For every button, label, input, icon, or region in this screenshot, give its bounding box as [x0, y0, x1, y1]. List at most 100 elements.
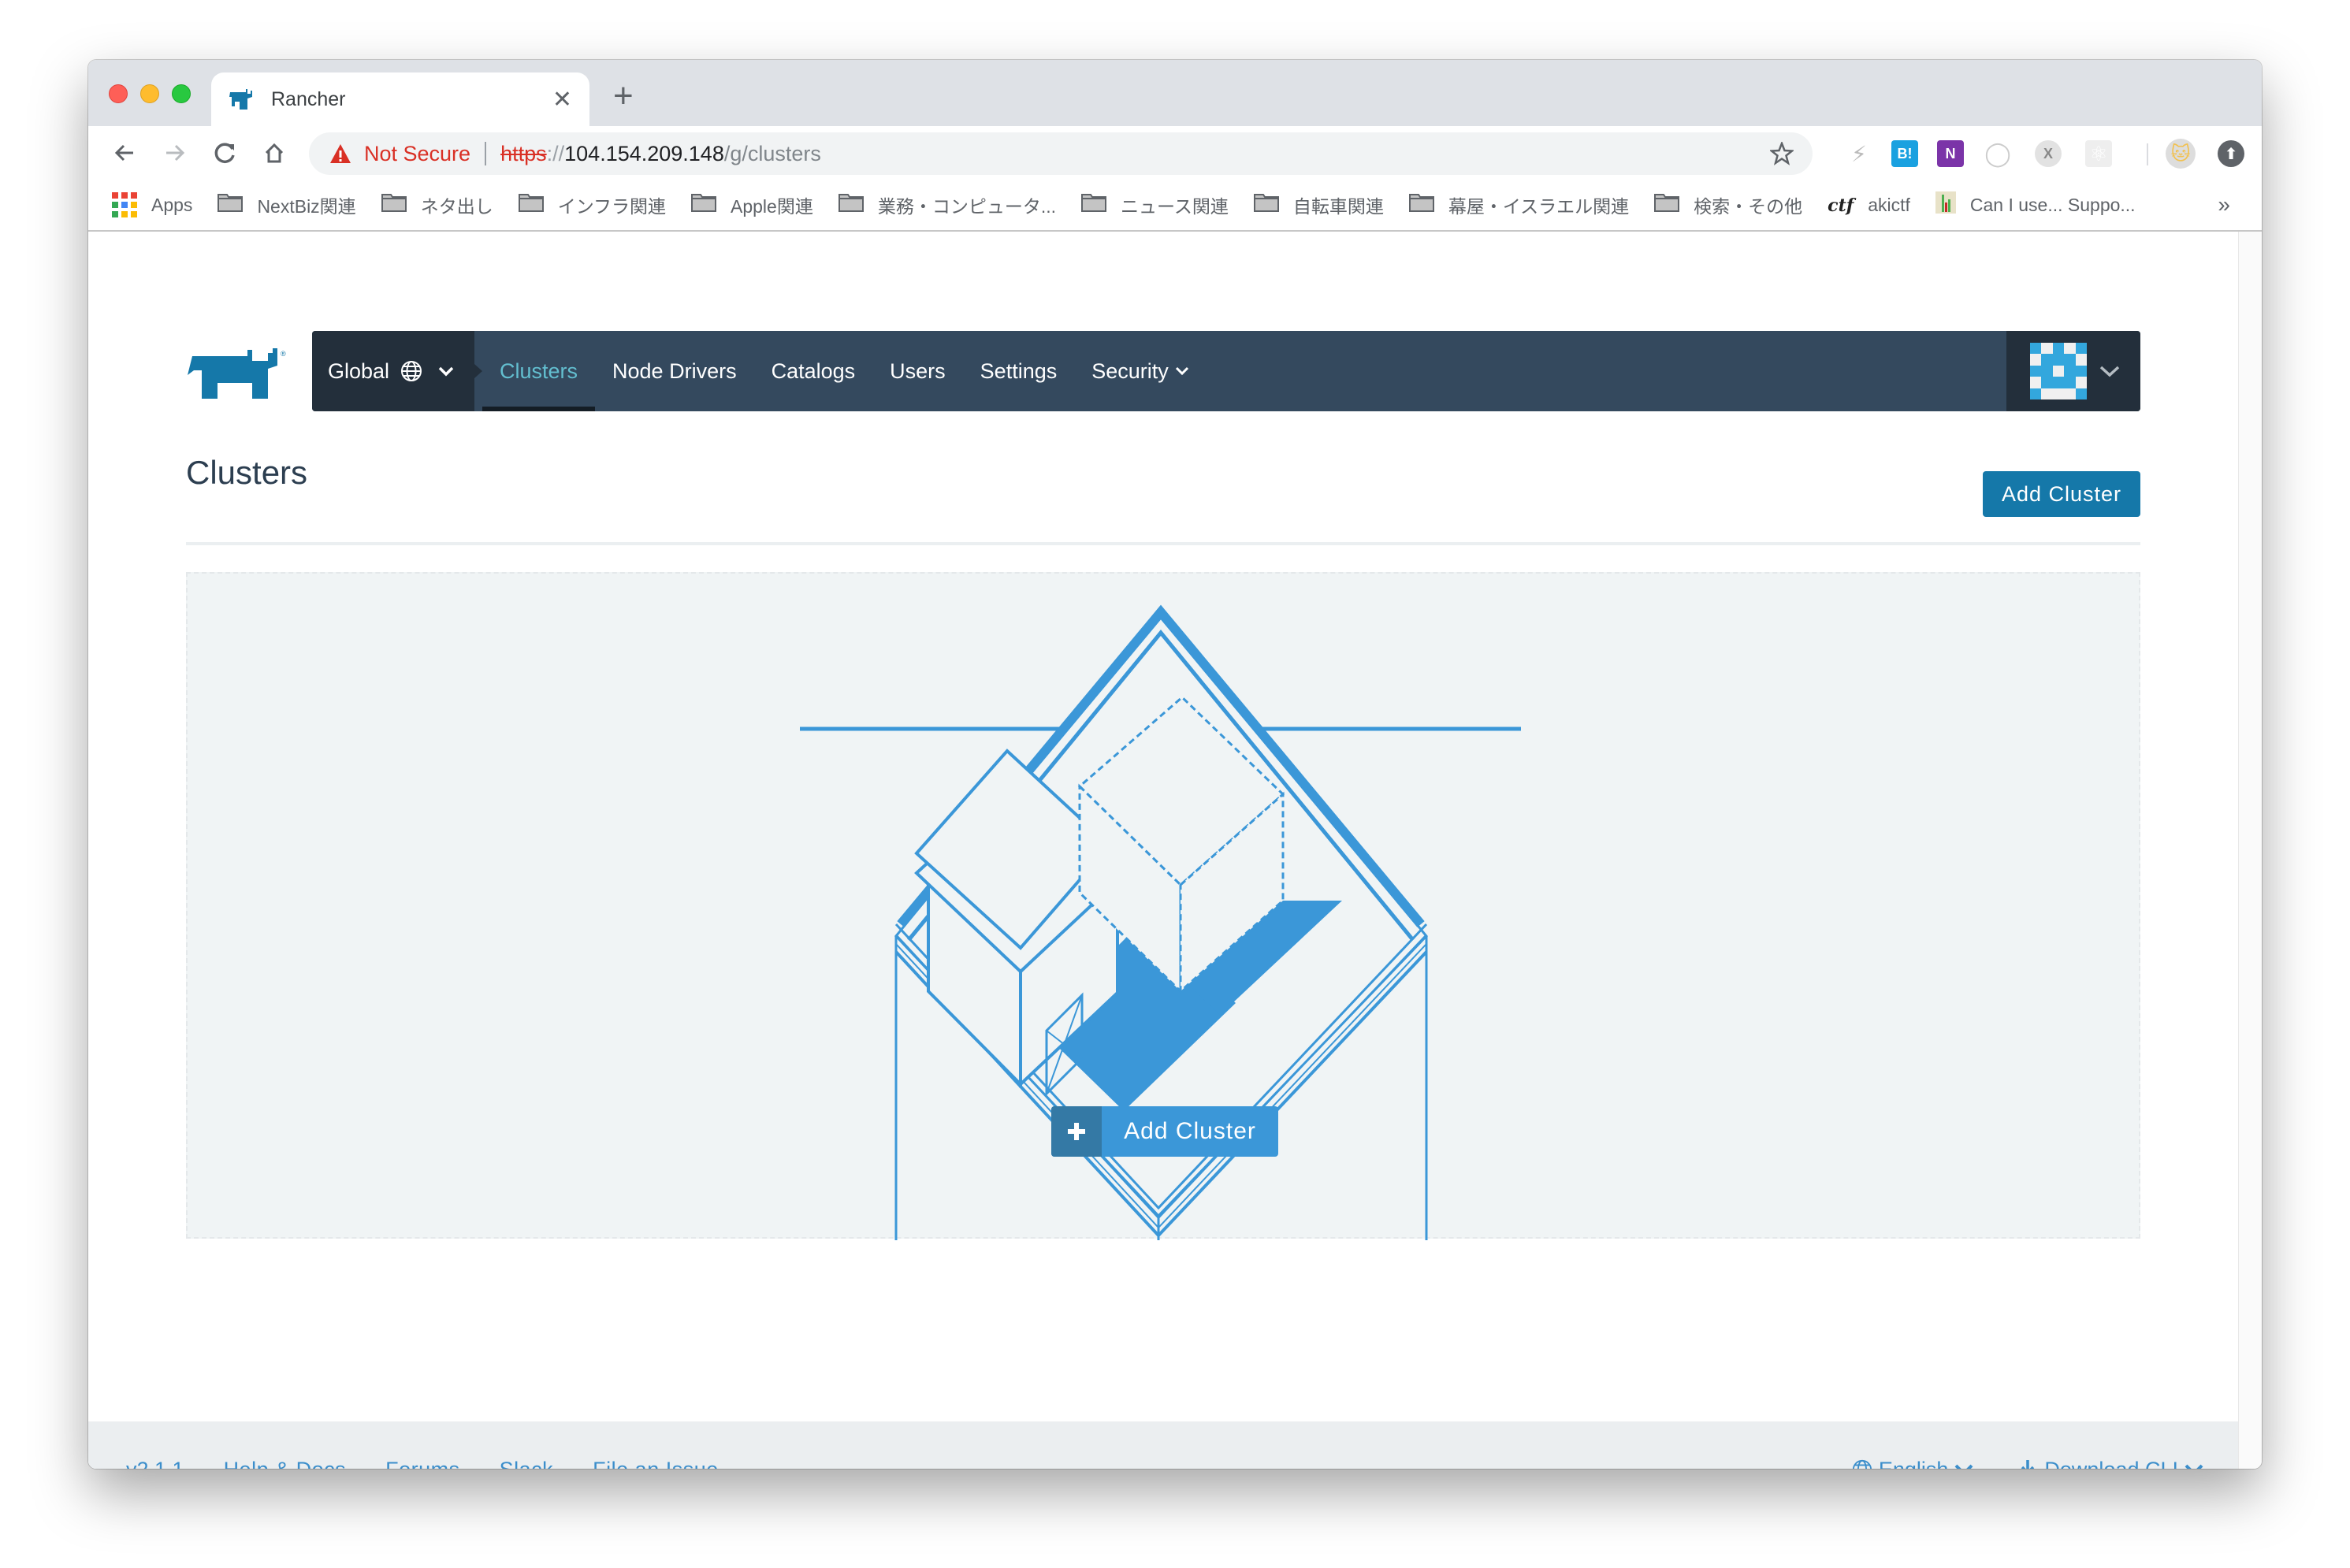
- language-selector[interactable]: English: [1846, 1458, 1980, 1470]
- identicon-cell: [2075, 365, 2087, 377]
- bookmark-label: Apple関連: [731, 196, 813, 217]
- user-avatar-identicon: [2030, 343, 2087, 399]
- bookmark-item[interactable]: Can I use... Suppo...: [1935, 191, 2136, 218]
- footer-left: v2.1.1 Help & Docs Forums Slack File an …: [126, 1421, 758, 1470]
- bookmark-label: Can I use... Suppo...: [1969, 194, 2136, 215]
- language-label: English: [1879, 1458, 1949, 1470]
- page-scrollbar[interactable]: [2238, 232, 2262, 1469]
- chevron-down-icon: [1175, 366, 1188, 376]
- hatena-bookmark-icon[interactable]: B!: [1891, 140, 1918, 167]
- nav-item-settings[interactable]: Settings: [963, 331, 1075, 411]
- nav-item-label: Settings: [980, 359, 1058, 383]
- identicon-cell: [2052, 388, 2065, 399]
- new-tab-button[interactable]: +: [613, 79, 634, 113]
- url-scheme: https: [500, 141, 547, 165]
- nav-item-catalogs[interactable]: Catalogs: [754, 331, 873, 411]
- global-scope-selector[interactable]: Global: [312, 331, 482, 411]
- bookmark-star-icon[interactable]: [1770, 142, 1794, 165]
- x-extension-icon[interactable]: X: [2035, 140, 2062, 167]
- folder-icon: [1408, 193, 1434, 217]
- reload-icon[interactable]: [210, 137, 241, 169]
- rancher-favicon-icon: [229, 89, 252, 110]
- download-cli-selector[interactable]: Download CLI: [2011, 1458, 2210, 1469]
- svg-text:®: ®: [281, 350, 286, 358]
- bookmarks-overflow-button[interactable]: »: [2218, 192, 2230, 217]
- json-viewer-icon[interactable]: ◯: [1984, 140, 2011, 167]
- nav-item-users[interactable]: Users: [872, 331, 963, 411]
- close-icon[interactable]: ✕: [552, 86, 572, 113]
- bookmark-label: NextBiz関連: [257, 196, 356, 217]
- ctf-icon: ctf: [1828, 195, 1854, 216]
- update-icon[interactable]: ⬆: [2218, 140, 2244, 167]
- nav-item-label: Security: [1091, 359, 1169, 383]
- home-icon[interactable]: [258, 137, 290, 169]
- nav-item-security[interactable]: Security: [1074, 331, 1207, 411]
- warning-icon: [330, 144, 351, 163]
- identicon-cell: [2052, 343, 2065, 355]
- footer-right: English Download CLI: [1814, 1421, 2210, 1469]
- identicon-cell: [2052, 365, 2065, 377]
- bookmark-item[interactable]: 業務・コンピュータ...: [838, 191, 1056, 218]
- bookmark-item[interactable]: ニュース関連: [1081, 191, 1229, 218]
- browser-window: Rancher ✕ + Not Secure https://104.154.2…: [88, 60, 2262, 1469]
- footer-link-help-docs[interactable]: Help & Docs: [224, 1458, 347, 1470]
- chevron-down-icon: [438, 366, 454, 377]
- identicon-cell: [2041, 388, 2053, 399]
- address-bar[interactable]: Not Secure https://104.154.209.148/g/clu…: [309, 132, 1813, 175]
- empty-state-panel: Add Cluster: [186, 572, 2140, 1240]
- url-path: /g/clusters: [723, 141, 821, 165]
- toolbar-divider: [2147, 143, 2148, 165]
- back-arrow-icon[interactable]: [109, 137, 140, 169]
- bookmark-item[interactable]: インフラ関連: [518, 191, 666, 218]
- nav-item-label: Node Drivers: [612, 359, 737, 383]
- identicon-cell: [2030, 354, 2042, 366]
- identicon-cell: [2075, 343, 2087, 355]
- identicon-cell: [2052, 377, 2065, 388]
- nav-item-label: Catalogs: [771, 359, 856, 383]
- main-nav: Global Clusters Node Drivers Catalogs Users…: [312, 331, 2140, 411]
- close-window-button[interactable]: [109, 84, 128, 103]
- footer-link-file-issue[interactable]: File an Issue: [593, 1458, 719, 1470]
- browser-tab[interactable]: Rancher ✕: [211, 72, 589, 126]
- nav-item-clusters[interactable]: Clusters: [482, 331, 596, 411]
- bookmark-item[interactable]: NextBiz関連: [218, 191, 356, 218]
- minimize-window-button[interactable]: [140, 84, 159, 103]
- tab-strip: Rancher ✕ +: [88, 60, 2262, 126]
- onenote-icon[interactable]: N: [1937, 140, 1964, 167]
- bookmark-item[interactable]: 幕屋・イスラエル関連: [1408, 191, 1629, 218]
- add-cluster-button[interactable]: Add Cluster: [1983, 471, 2140, 517]
- identicon-cell: [2064, 377, 2076, 388]
- bookmark-label: ニュース関連: [1121, 196, 1229, 217]
- identicon-cell: [2064, 388, 2076, 399]
- nav-item-node-drivers[interactable]: Node Drivers: [595, 331, 754, 411]
- bookmark-item[interactable]: ネタ出し: [381, 191, 493, 218]
- profile-avatar[interactable]: 🐱: [2166, 139, 2196, 169]
- rancher-logo[interactable]: ®: [186, 348, 293, 403]
- add-cluster-empty-state-button[interactable]: Add Cluster: [1051, 1106, 1278, 1157]
- download-icon: [2021, 1460, 2035, 1469]
- bookmark-item[interactable]: Apps: [112, 192, 192, 217]
- page-viewport: ® Global Clusters Node Drivers Catalogs Use…: [88, 232, 2238, 1469]
- identicon-cell: [2041, 354, 2053, 366]
- identicon-cell: [2064, 365, 2076, 377]
- react-devtools-icon[interactable]: ⚛: [2085, 140, 2112, 167]
- bookmark-item[interactable]: 検索・その他: [1654, 191, 1802, 218]
- identicon-cell: [2030, 365, 2042, 377]
- folder-icon: [1081, 193, 1106, 217]
- bolt-icon[interactable]: ⚡: [1846, 140, 1872, 167]
- tab-title: Rancher: [271, 87, 346, 110]
- maximize-window-button[interactable]: [172, 84, 191, 103]
- bookmark-item[interactable]: 自転車関連: [1253, 191, 1384, 218]
- security-label[interactable]: Not Secure: [364, 142, 470, 166]
- forward-arrow-icon[interactable]: [159, 137, 191, 169]
- footer-link-slack[interactable]: Slack: [500, 1458, 554, 1470]
- folder-icon: [218, 193, 244, 217]
- plus-icon: [1051, 1106, 1102, 1157]
- user-menu[interactable]: [2006, 331, 2140, 411]
- desktop: Rancher ✕ + Not Secure https://104.154.2…: [0, 0, 2350, 1568]
- globe-icon: [1852, 1459, 1872, 1469]
- footer-link-forums[interactable]: Forums: [385, 1458, 460, 1470]
- bookmark-item[interactable]: ctf akictf: [1828, 195, 1910, 216]
- chevron-down-icon: [2185, 1464, 2203, 1469]
- bookmark-item[interactable]: Apple関連: [691, 191, 813, 218]
